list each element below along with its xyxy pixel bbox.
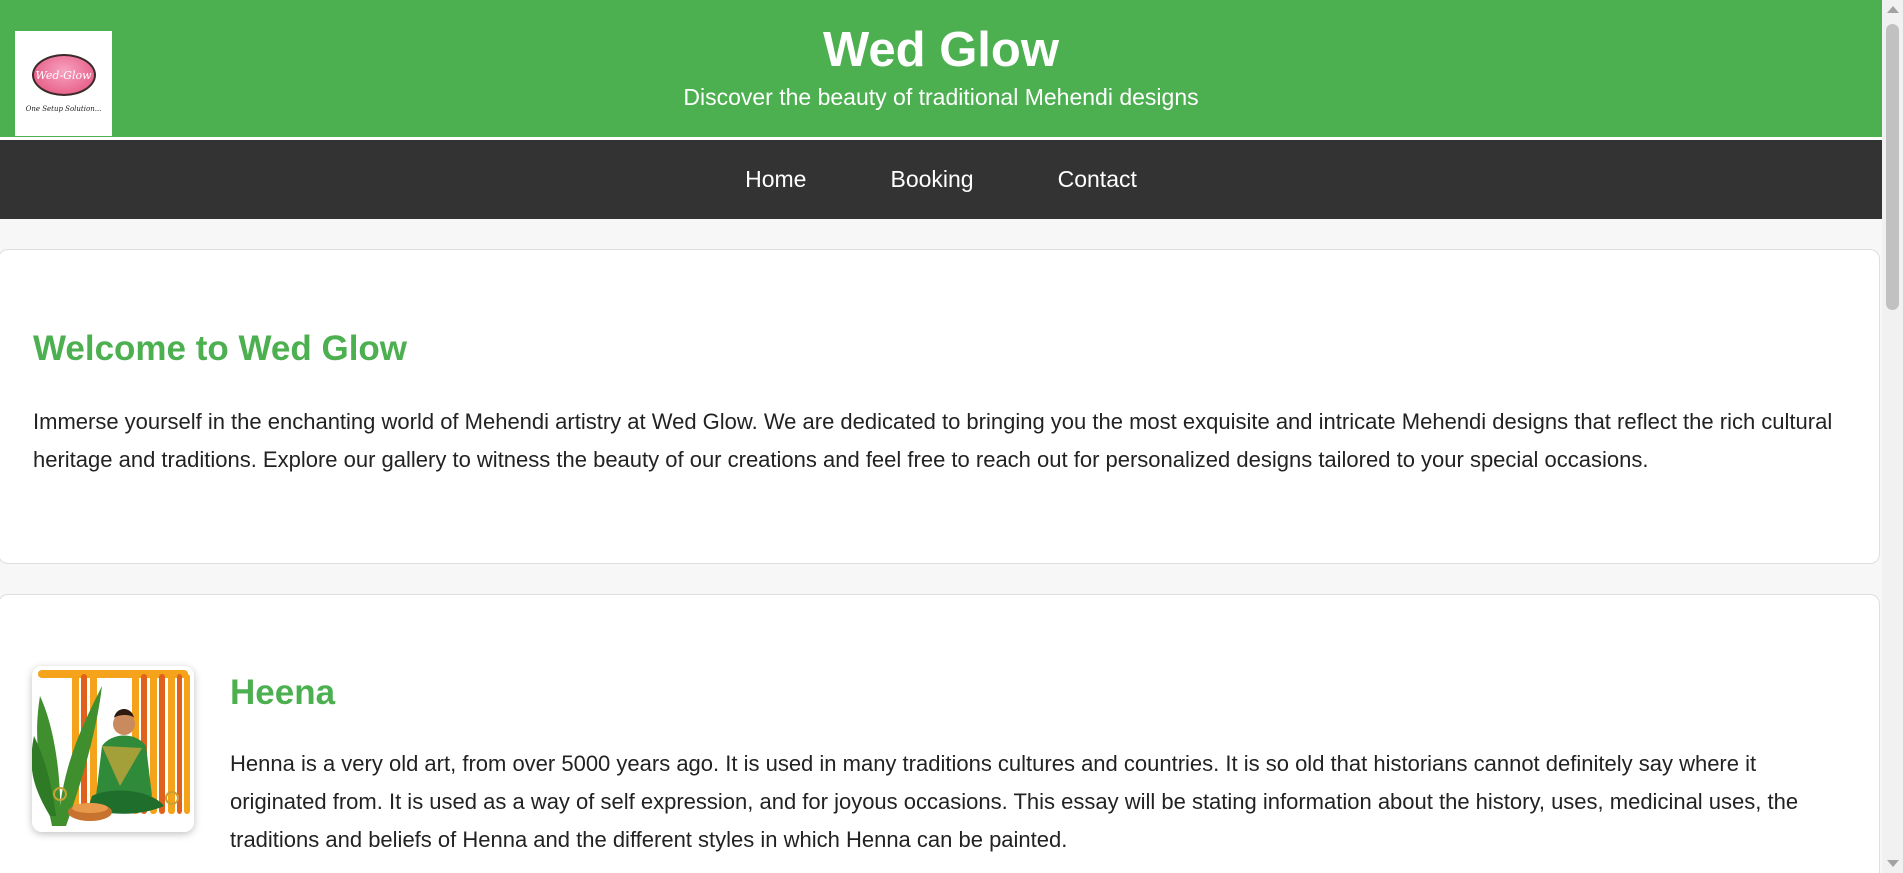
main-nav: Home Booking Contact bbox=[0, 140, 1882, 219]
henna-text: Henna is a very old art, from over 5000 … bbox=[230, 751, 1799, 852]
nav-booking-link[interactable]: Booking bbox=[848, 140, 1015, 219]
scrollbar-thumb[interactable] bbox=[1886, 24, 1899, 310]
site-header: Wed-Glow One Setup Solution... Wed Glow … bbox=[0, 0, 1882, 140]
nav-contact-link[interactable]: Contact bbox=[1016, 140, 1179, 219]
henna-title: Heena bbox=[230, 673, 336, 712]
nav-home-link[interactable]: Home bbox=[703, 140, 848, 219]
scroll-down-icon[interactable] bbox=[1887, 860, 1899, 867]
site-title: Wed Glow bbox=[823, 23, 1059, 77]
page: Wed-Glow One Setup Solution... Wed Glow … bbox=[0, 0, 1882, 873]
browser-viewport: Wed-Glow One Setup Solution... Wed Glow … bbox=[0, 0, 1903, 873]
henna-section: Heena Henna is a very old art, from over… bbox=[0, 594, 1880, 873]
welcome-text: Immerse yourself in the enchanting world… bbox=[33, 409, 1833, 472]
scroll-up-icon[interactable] bbox=[1887, 6, 1899, 13]
vertical-scrollbar[interactable] bbox=[1882, 0, 1903, 873]
henna-bride-illustration-icon bbox=[32, 666, 194, 832]
welcome-section: Welcome to Wed Glow Immerse yourself in … bbox=[0, 249, 1880, 564]
site-subtitle: Discover the beauty of traditional Mehen… bbox=[683, 84, 1199, 110]
welcome-title: Welcome to Wed Glow bbox=[33, 329, 408, 368]
